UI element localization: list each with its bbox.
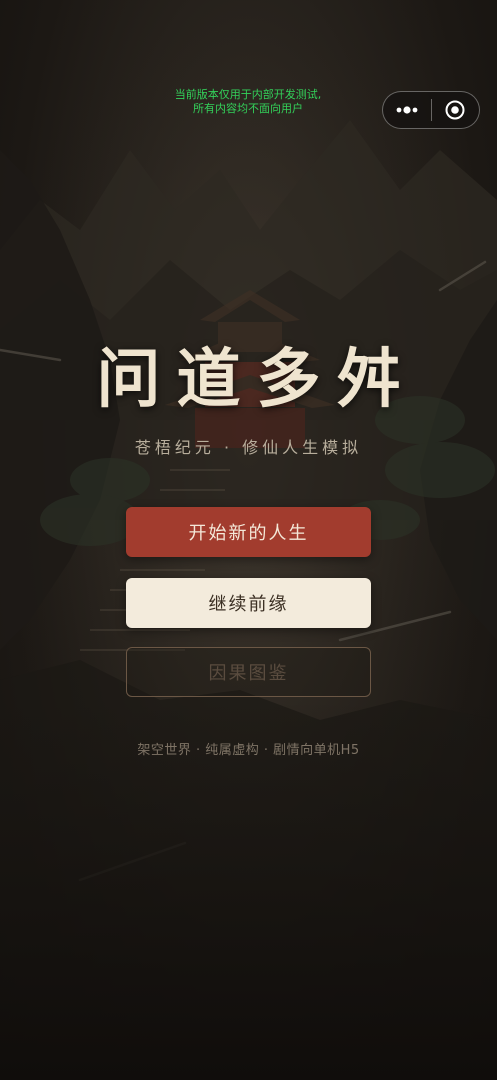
more-dots-icon bbox=[396, 106, 418, 114]
game-subtitle: 苍梧纪元 · 修仙人生模拟 bbox=[134, 438, 363, 457]
karma-gallery-button[interactable]: 因果图鉴 bbox=[126, 647, 371, 697]
dev-test-notice: 当前版本仅用于内部开发测试, 所有内容均不面向用户 bbox=[148, 88, 348, 116]
footer-disclaimer: 架空世界 · 纯属虚构 · 剧情向单机H5 bbox=[137, 743, 360, 758]
dev-notice-line2: 所有内容均不面向用户 bbox=[193, 102, 303, 115]
target-circle-icon bbox=[445, 100, 465, 120]
capsule-close-button[interactable] bbox=[431, 92, 479, 128]
miniprogram-capsule bbox=[382, 91, 480, 129]
game-title: 问道多舛 bbox=[96, 342, 417, 417]
continue-button[interactable]: 继续前缘 bbox=[126, 578, 371, 628]
dev-notice-line1: 当前版本仅用于内部开发测试, bbox=[174, 88, 322, 101]
start-new-life-button[interactable]: 开始新的人生 bbox=[126, 507, 371, 557]
title-screen: 当前版本仅用于内部开发测试, 所有内容均不面向用户 问道多舛 苍梧纪元 · 修仙… bbox=[0, 0, 497, 1080]
capsule-more-button[interactable] bbox=[383, 92, 431, 128]
